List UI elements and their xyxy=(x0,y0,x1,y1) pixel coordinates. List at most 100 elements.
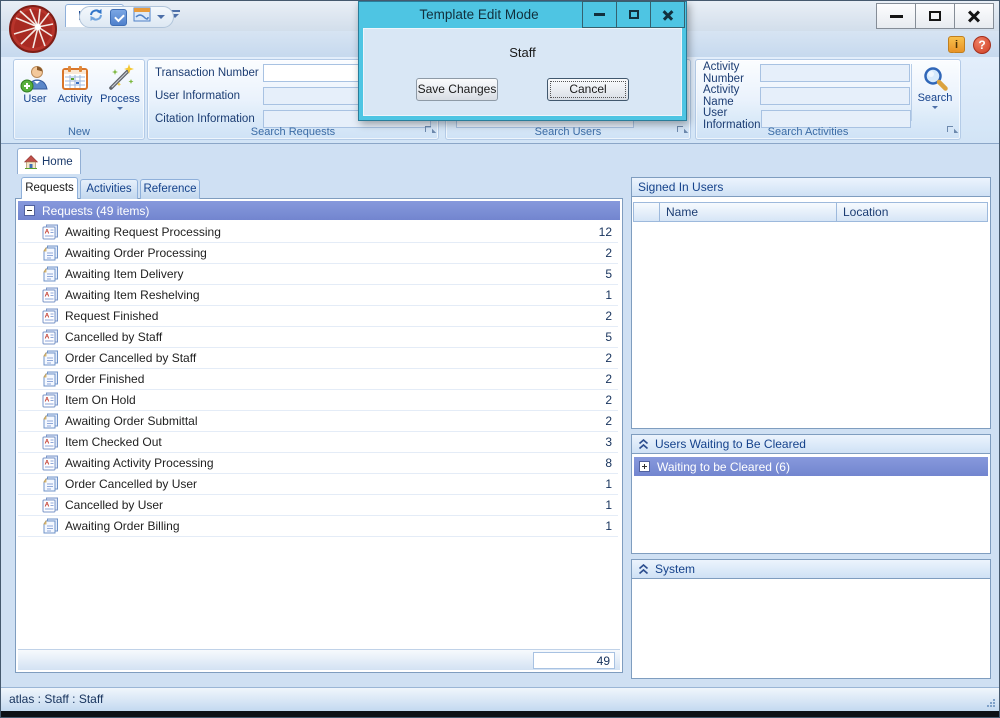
dialog-body: Staff Save Changes Cancel xyxy=(363,28,682,116)
column-header-location[interactable]: Location xyxy=(836,202,988,222)
request-status-row[interactable]: A Awaiting Request Processing 12 xyxy=(18,222,618,243)
search-button[interactable]: Search xyxy=(913,62,957,112)
notification-info-icon[interactable]: i xyxy=(948,36,965,53)
activity-number-label: Activity Number xyxy=(703,61,760,85)
maximize-icon xyxy=(629,10,639,19)
new-window-icon[interactable] xyxy=(133,7,151,27)
request-status-row[interactable]: Order Cancelled by User 1 xyxy=(18,474,618,495)
request-status-row[interactable]: A Awaiting Activity Processing 8 xyxy=(18,453,618,474)
window-menu-caret-icon[interactable] xyxy=(157,15,165,23)
activity-number-input[interactable] xyxy=(760,64,910,82)
dialog-minimize-button[interactable] xyxy=(582,1,617,28)
dialog-window-controls xyxy=(583,1,685,28)
column-header-name[interactable]: Name xyxy=(659,202,837,222)
users-waiting-panel: Users Waiting to Be Cleared Waiting to b… xyxy=(631,434,991,554)
subtab-requests[interactable]: Requests xyxy=(21,177,78,199)
save-changes-button[interactable]: Save Changes xyxy=(416,78,498,101)
dialog-template-name: Staff xyxy=(363,45,682,60)
minimize-button[interactable] xyxy=(876,3,916,29)
request-form-icon: A xyxy=(42,392,59,408)
app-logo-icon[interactable] xyxy=(8,4,58,54)
dialog-maximize-button[interactable] xyxy=(616,1,651,28)
collapse-minus-icon[interactable] xyxy=(24,205,35,216)
requests-group-title: Requests (49 items) xyxy=(42,204,149,218)
request-status-row[interactable]: Awaiting Order Processing 2 xyxy=(18,243,618,264)
window-controls xyxy=(877,3,994,29)
group-label-new: New xyxy=(14,126,144,138)
calendar-icon xyxy=(60,63,90,93)
resize-grip[interactable] xyxy=(986,698,996,708)
order-document-icon xyxy=(42,476,59,492)
subtab-reference[interactable]: Reference xyxy=(140,179,200,199)
status-bar: atlas : Staff : Staff xyxy=(1,687,999,711)
order-document-icon xyxy=(42,518,59,534)
svg-text:A: A xyxy=(45,313,50,320)
activity-name-label: Activity Name xyxy=(703,84,760,108)
dialog-close-button[interactable] xyxy=(650,1,685,28)
ribbon-group-new: User Activity xyxy=(13,59,145,140)
group-label-search-users: Search Users xyxy=(446,126,690,138)
request-status-row[interactable]: A Awaiting Item Reshelving 1 xyxy=(18,285,618,306)
requests-list-panel: Requests (49 items) A Awaiting Request P… xyxy=(15,198,623,673)
requests-group-header[interactable]: Requests (49 items) xyxy=(18,201,620,220)
request-status-row[interactable]: A Request Finished 2 xyxy=(18,306,618,327)
request-form-icon: A xyxy=(42,224,59,240)
maximize-button[interactable] xyxy=(915,3,955,29)
svg-text:A: A xyxy=(45,439,50,446)
dialog-title: Template Edit Mode xyxy=(369,2,589,28)
column-header-blank[interactable] xyxy=(633,202,660,222)
search-requests-dialog-launcher-icon[interactable] xyxy=(424,125,435,136)
collapse-chevron-icon[interactable] xyxy=(638,564,649,575)
signed-in-users-table-header: Name Location xyxy=(634,202,988,222)
request-status-row[interactable]: Awaiting Order Submittal 2 xyxy=(18,411,618,432)
search-activities-dialog-launcher-icon[interactable] xyxy=(946,125,957,136)
requests-total: 49 xyxy=(533,652,615,669)
collapse-chevron-icon[interactable] xyxy=(638,439,649,450)
request-status-row[interactable]: Order Cancelled by Staff 2 xyxy=(18,348,618,369)
order-document-icon xyxy=(42,245,59,261)
svg-text:A: A xyxy=(45,334,50,341)
request-status-row[interactable]: Awaiting Order Billing 1 xyxy=(18,516,618,537)
request-status-row[interactable]: A Item Checked Out 3 xyxy=(18,432,618,453)
refresh-icon[interactable] xyxy=(88,7,104,28)
citation-information-label: Citation Information xyxy=(155,113,263,125)
close-icon xyxy=(662,9,674,21)
minimize-icon xyxy=(594,13,605,16)
request-status-row[interactable]: Order Finished 2 xyxy=(18,369,618,390)
request-status-row[interactable]: Awaiting Item Delivery 5 xyxy=(18,264,618,285)
subtab-activities[interactable]: Activities xyxy=(80,179,138,199)
waiting-to-be-cleared-row[interactable]: Waiting to be Cleared (6) xyxy=(634,457,988,476)
magic-wand-icon xyxy=(105,63,135,93)
request-status-row[interactable]: A Cancelled by User 1 xyxy=(18,495,618,516)
request-form-icon: A xyxy=(42,287,59,303)
availability-status-icon[interactable] xyxy=(110,9,127,26)
users-waiting-header[interactable]: Users Waiting to Be Cleared xyxy=(632,435,990,454)
help-icon[interactable]: ? xyxy=(973,36,991,54)
order-document-icon xyxy=(42,371,59,387)
search-users-dialog-launcher-icon[interactable] xyxy=(676,125,687,136)
system-header[interactable]: System xyxy=(632,560,990,579)
svg-text:A: A xyxy=(45,397,50,404)
status-text: atlas : Staff : Staff xyxy=(9,692,103,706)
request-form-icon: A xyxy=(42,434,59,450)
request-status-row[interactable]: A Item On Hold 2 xyxy=(18,390,618,411)
new-process-button[interactable]: Process xyxy=(98,60,142,113)
new-user-button[interactable]: User xyxy=(18,60,52,113)
new-activity-button[interactable]: Activity xyxy=(52,60,98,113)
signed-in-users-panel: Signed In Users Name Location xyxy=(631,177,991,429)
expand-plus-icon[interactable] xyxy=(639,461,650,472)
process-dropdown-icon xyxy=(117,107,123,113)
home-icon xyxy=(24,155,38,169)
close-button[interactable] xyxy=(954,3,994,29)
document-tab-home[interactable]: Home xyxy=(17,148,81,174)
request-form-icon: A xyxy=(42,308,59,324)
application-window: Home Manage i ? User xyxy=(0,0,1000,718)
request-form-icon: A xyxy=(42,455,59,471)
cancel-button[interactable]: Cancel xyxy=(547,78,629,101)
window-bottom-edge xyxy=(1,711,999,717)
svg-text:A: A xyxy=(45,292,50,299)
activity-name-input[interactable] xyxy=(760,87,910,105)
request-form-icon: A xyxy=(42,329,59,345)
request-status-row[interactable]: A Cancelled by Staff 5 xyxy=(18,327,618,348)
maximize-icon xyxy=(929,11,941,21)
